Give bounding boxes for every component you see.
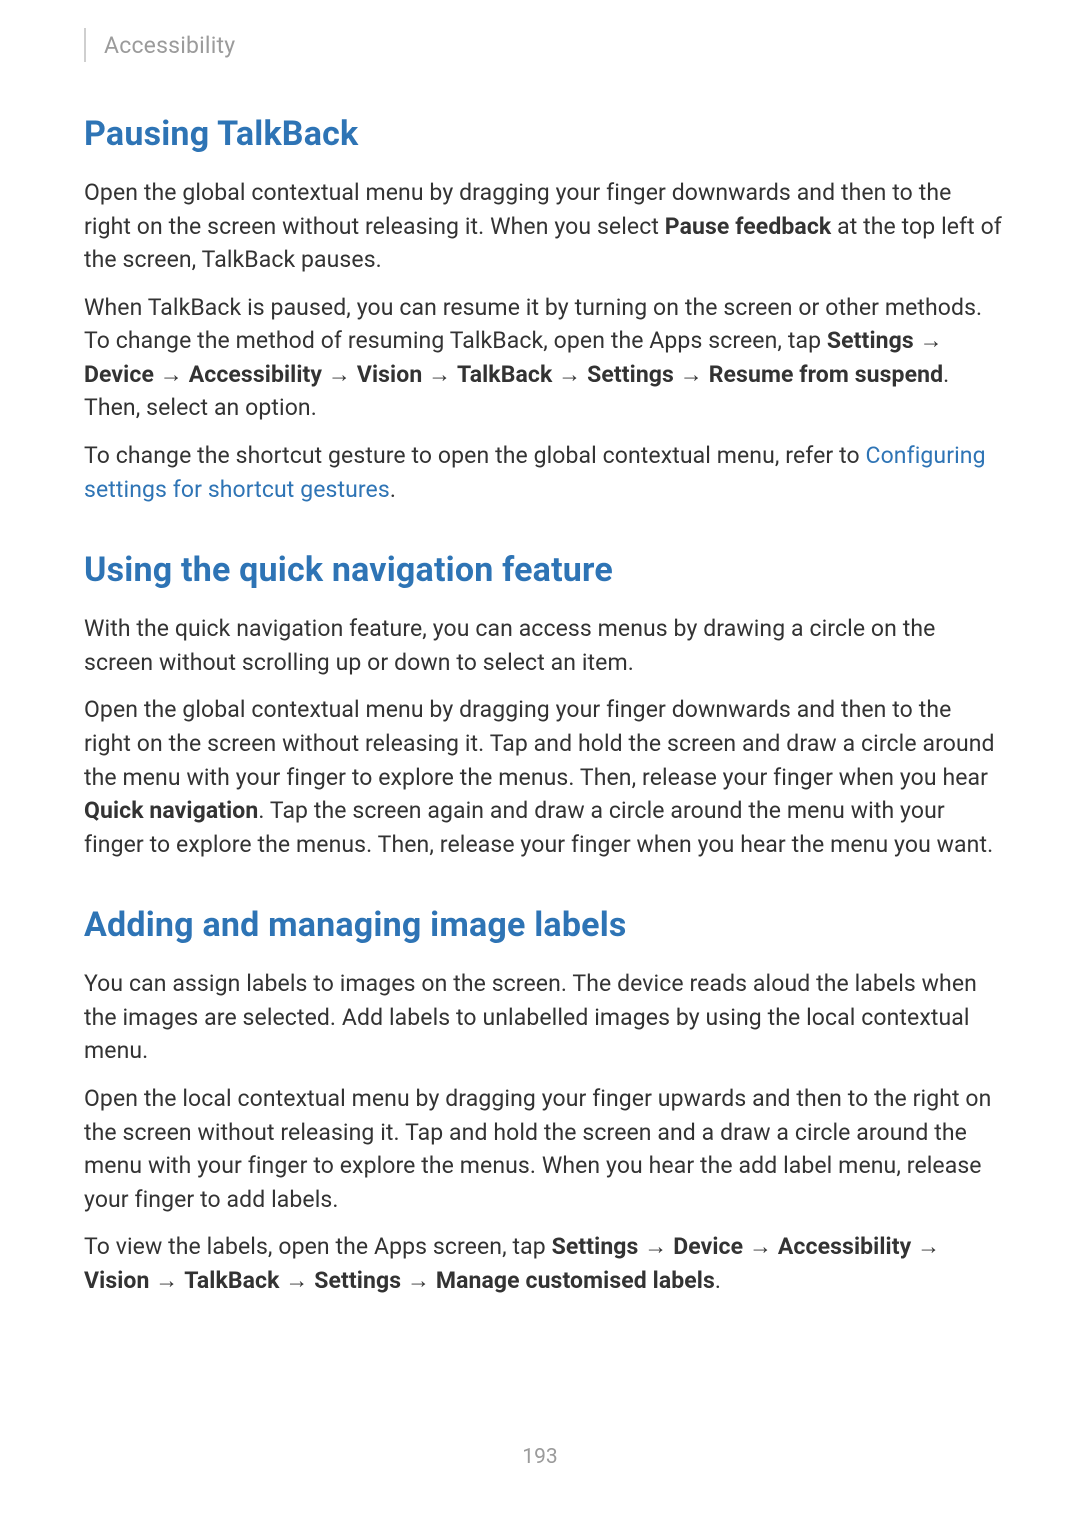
arrow-icon: → [911, 1233, 940, 1260]
arrow-icon: → [401, 1267, 436, 1294]
page-container: Accessibility Pausing TalkBack Open the … [0, 0, 1080, 1297]
arrow-icon: → [674, 361, 709, 388]
labels-para-3: To view the labels, open the Apps screen… [84, 1230, 1002, 1297]
text-segment: . [390, 476, 396, 503]
pausing-para-2: When TalkBack is paused, you can resume … [84, 291, 1002, 425]
path-manage-customised-labels: Manage customised labels [436, 1267, 715, 1294]
quicknav-para-1: With the quick navigation feature, you c… [84, 612, 1002, 679]
heading-pausing-talkback: Pausing TalkBack [84, 114, 1002, 154]
labels-para-2: Open the local contextual menu by draggi… [84, 1082, 1002, 1216]
page-header: Accessibility [84, 28, 1002, 62]
heading-quick-navigation: Using the quick navigation feature [84, 550, 1002, 590]
path-device: Device [673, 1233, 743, 1260]
arrow-icon: → [280, 1267, 315, 1294]
path-device: Device [84, 361, 154, 388]
path-settings: Settings [314, 1267, 401, 1294]
path-settings: Settings [827, 327, 914, 354]
pausing-para-1: Open the global contextual menu by dragg… [84, 176, 1002, 277]
labels-para-1: You can assign labels to images on the s… [84, 967, 1002, 1068]
text-segment: To view the labels, open the Apps screen… [84, 1233, 552, 1260]
arrow-icon: → [914, 327, 943, 354]
breadcrumb: Accessibility [104, 32, 235, 59]
path-accessibility: Accessibility [778, 1233, 911, 1260]
arrow-icon: → [150, 1267, 185, 1294]
bold-pause-feedback: Pause feedback [665, 213, 832, 240]
header-divider [84, 28, 86, 62]
arrow-icon: → [552, 361, 587, 388]
arrow-icon: → [322, 361, 357, 388]
arrow-icon: → [154, 361, 189, 388]
path-vision: Vision [84, 1267, 150, 1294]
pausing-para-3: To change the shortcut gesture to open t… [84, 439, 1002, 506]
text-segment: . [715, 1267, 721, 1294]
arrow-icon: → [638, 1233, 673, 1260]
path-settings: Settings [587, 361, 674, 388]
heading-image-labels: Adding and managing image labels [84, 905, 1002, 945]
path-accessibility: Accessibility [189, 361, 322, 388]
text-segment: To change the shortcut gesture to open t… [84, 442, 866, 469]
arrow-icon: → [422, 361, 457, 388]
bold-quick-navigation: Quick navigation [84, 797, 258, 824]
path-talkback: TalkBack [184, 1267, 279, 1294]
page-number: 193 [0, 1445, 1080, 1469]
arrow-icon: → [743, 1233, 778, 1260]
path-settings: Settings [552, 1233, 639, 1260]
path-resume-from-suspend: Resume from suspend [709, 361, 943, 388]
quicknav-para-2: Open the global contextual menu by dragg… [84, 693, 1002, 861]
text-segment: Open the global contextual menu by dragg… [84, 696, 995, 790]
path-vision: Vision [357, 361, 423, 388]
path-talkback: TalkBack [457, 361, 552, 388]
